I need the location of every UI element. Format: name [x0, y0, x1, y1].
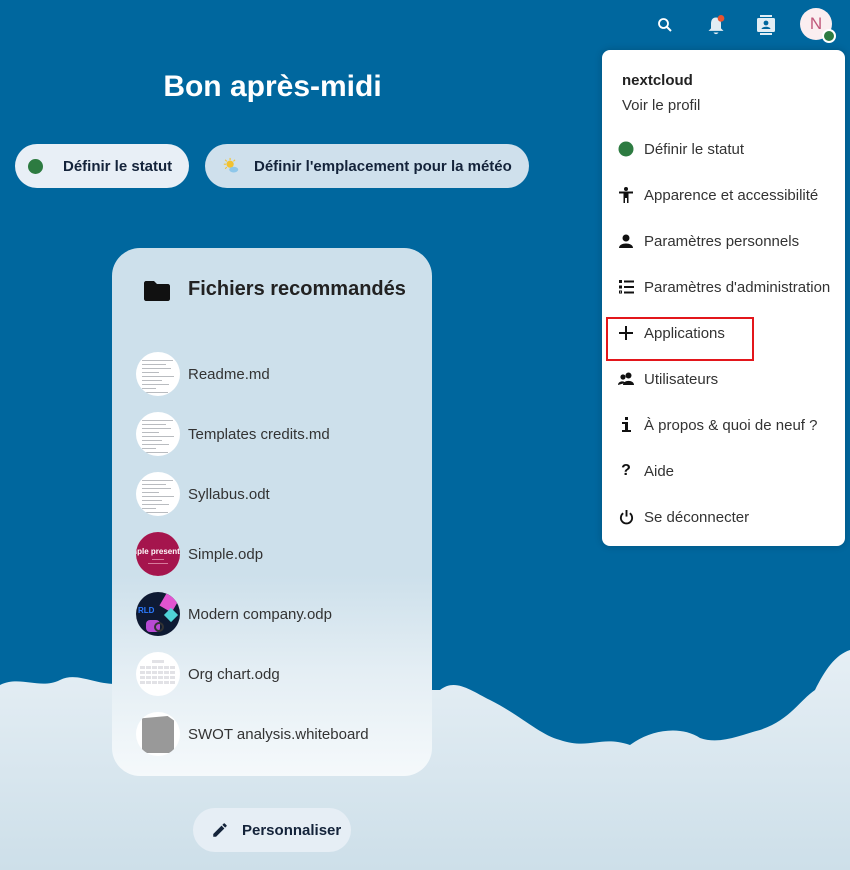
- accessibility-icon: [618, 187, 634, 203]
- menu-item-definir-le-statut[interactable]: Définir le statut: [602, 126, 845, 172]
- notifications-button[interactable]: [699, 8, 733, 42]
- file-name: Readme.md: [188, 365, 270, 383]
- power-icon: [618, 509, 634, 525]
- recommended-file-item[interactable]: RLD Modern company.odp: [136, 584, 369, 644]
- file-name: Syllabus.odt: [188, 485, 270, 503]
- menu-item-se-deconnecter[interactable]: Se déconnecter: [602, 494, 845, 540]
- file-thumbnail: [136, 352, 180, 396]
- contacts-button[interactable]: [749, 8, 783, 42]
- widget-title: Fichiers recommandés: [188, 278, 406, 300]
- file-name: Modern company.odp: [188, 605, 332, 623]
- search-button[interactable]: [648, 8, 682, 42]
- menu-item-label: À propos & quoi de neuf ?: [644, 416, 818, 434]
- recommended-file-item[interactable]: mple presentati Simple.odp: [136, 524, 369, 584]
- recommended-file-item[interactable]: Org chart.odg: [136, 644, 369, 704]
- file-thumbnail: [136, 472, 180, 516]
- personalize-button[interactable]: Personnaliser: [193, 808, 351, 852]
- menu-item-label: Aide: [644, 462, 675, 480]
- user-icon: [618, 233, 634, 249]
- recommended-file-item[interactable]: Templates credits.md: [136, 404, 369, 464]
- info-icon: [618, 417, 634, 433]
- admin-list-icon: [618, 279, 634, 295]
- file-thumbnail: RLD: [136, 592, 180, 636]
- personalize-label: Personnaliser: [242, 821, 342, 839]
- set-status-label: Définir le statut: [63, 157, 173, 175]
- recommended-file-item[interactable]: Readme.md: [136, 344, 369, 404]
- menu-item-label: Apparence et accessibilité: [644, 186, 819, 204]
- status-dot-icon: [28, 158, 43, 174]
- user-menu-list: Définir le statut Apparence et accessibil…: [602, 126, 845, 540]
- set-weather-location-button[interactable]: Définir l'emplacement pour la météo: [205, 144, 529, 188]
- menu-item-a-propos-quoi-de-neuf[interactable]: À propos & quoi de neuf ?: [602, 402, 845, 448]
- file-name: Templates credits.md: [188, 425, 330, 443]
- menu-item-aide[interactable]: ? Aide: [602, 448, 845, 494]
- highlight-box: [606, 317, 754, 361]
- user-avatar-button[interactable]: N: [800, 8, 836, 43]
- notifications-icon: [708, 15, 725, 35]
- weather-icon: [223, 157, 239, 173]
- folder-icon: [144, 280, 170, 301]
- user-menu: nextcloud Voir le profil Définir le stat…: [602, 50, 845, 546]
- file-name: Org chart.odg: [188, 665, 280, 683]
- thumb-text: mple presentati: [136, 547, 180, 556]
- menu-item-label: Paramètres d'administration: [644, 278, 831, 296]
- menu-item-parametres-personnels[interactable]: Paramètres personnels: [602, 218, 845, 264]
- file-name: Simple.odp: [188, 545, 264, 563]
- users-icon: [618, 371, 634, 387]
- menu-item-utilisateurs[interactable]: Utilisateurs: [602, 356, 845, 402]
- menu-item-parametres-d-administration[interactable]: Paramètres d'administration: [602, 264, 845, 310]
- menu-item-label: Paramètres personnels: [644, 232, 800, 250]
- menu-item-label: Se déconnecter: [644, 508, 750, 526]
- file-thumbnail: [136, 652, 180, 696]
- username: nextcloud: [622, 72, 693, 89]
- online-status-dot: [822, 29, 836, 43]
- view-profile-link[interactable]: Voir le profil: [622, 97, 700, 114]
- recommended-files-widget: Fichiers recommandés Readme.md Templates …: [112, 248, 432, 776]
- menu-item-apparence-et-accessibilite[interactable]: Apparence et accessibilité: [602, 172, 845, 218]
- file-name: SWOT analysis.whiteboard: [188, 725, 369, 743]
- contacts-icon: [757, 15, 775, 35]
- file-thumbnail: [136, 412, 180, 456]
- recommended-file-item[interactable]: SWOT analysis.whiteboard: [136, 704, 369, 764]
- recommended-file-item[interactable]: Syllabus.odt: [136, 464, 369, 524]
- file-thumbnail: mple presentati: [136, 532, 180, 576]
- menu-item-label: Définir le statut: [644, 140, 745, 158]
- file-thumbnail: [136, 712, 180, 756]
- help-icon: ?: [621, 462, 631, 479]
- file-list: Readme.md Templates credits.md Syllabus.od…: [136, 344, 369, 764]
- greeting-title: Bon après-midi: [163, 70, 382, 103]
- set-status-button[interactable]: Définir le statut: [15, 144, 189, 188]
- search-icon: [658, 18, 672, 32]
- profile-link[interactable]: nextcloud Voir le profil: [622, 72, 700, 114]
- avatar-initial: N: [809, 14, 823, 33]
- status-dot-icon: [618, 141, 634, 157]
- set-weather-location-label: Définir l'emplacement pour la météo: [254, 157, 512, 175]
- pencil-icon: [213, 823, 227, 837]
- menu-item-label: Utilisateurs: [644, 370, 719, 388]
